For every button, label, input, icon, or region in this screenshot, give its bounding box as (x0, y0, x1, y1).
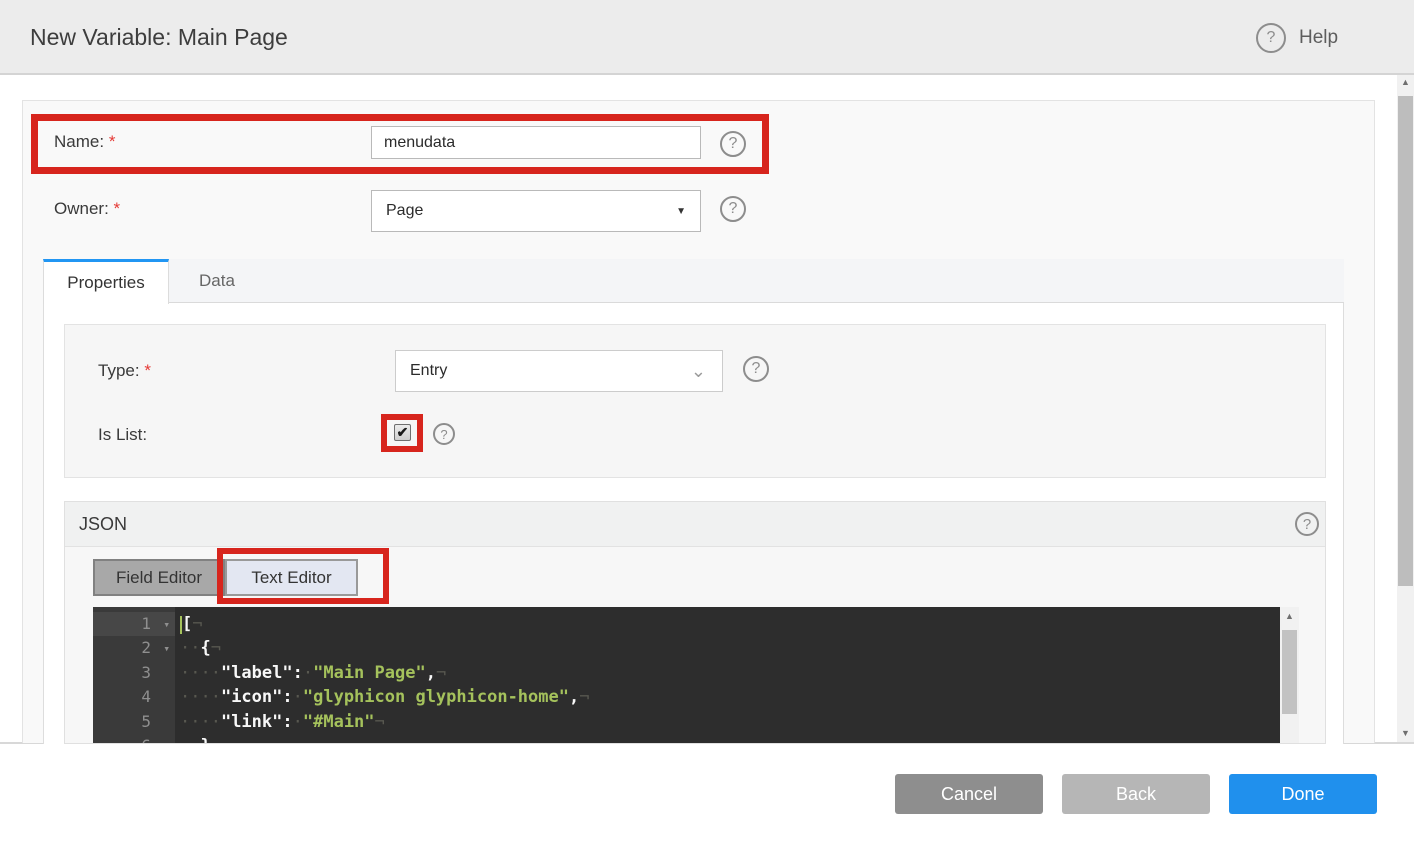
page-scrollbar-thumb[interactable] (1398, 96, 1413, 586)
code-line-4[interactable]: 4 ····"icon":·"glyphicon glyphicon-home",… (93, 685, 1280, 709)
code-text: [¬ (180, 614, 203, 634)
question-circle-icon: ? (1256, 22, 1286, 53)
dialog-header: New Variable: Main Page ? Help (0, 0, 1414, 75)
is-list-label: Is List: (98, 425, 148, 444)
dropdown-arrow-icon: ▼ (676, 205, 686, 217)
chevron-down-icon: ⌄ (690, 360, 706, 381)
json-title: JSON (79, 514, 128, 534)
json-code-editor[interactable]: 1 ▾ [¬ 2 ▾ ··{¬ 3 ····"label":·"Main Page",¬ 4 ··… (93, 607, 1299, 743)
name-input[interactable] (371, 126, 701, 159)
code-text: ····"icon":·"glyphicon glyphicon-home",¬ (180, 687, 590, 708)
cancel-button[interactable]: Cancel (895, 774, 1043, 814)
is-list-checkbox[interactable]: ✔ (394, 424, 411, 441)
owner-select[interactable]: Page ▼ (371, 190, 701, 232)
type-help-icon[interactable]: ? (743, 356, 769, 382)
properties-group: Type: * Entry ⌄ ? Is List: ✔ ? (64, 324, 1326, 478)
json-group: JSON ? Field Editor Text Editor 1 ▾ [¬ 2 ▾ ··… (64, 501, 1326, 744)
line-number: 4 (141, 687, 151, 707)
done-button[interactable]: Done (1229, 774, 1377, 814)
json-help-icon[interactable]: ? (1295, 512, 1319, 536)
help-label: Help (1299, 26, 1339, 48)
owner-selected-value: Page (386, 202, 424, 219)
page-scrollbar[interactable]: ▲ ▼ (1397, 75, 1414, 742)
new-variable-dialog: New Variable: Main Page ? Help ▲ ▼ Name:… (0, 0, 1414, 845)
json-group-header: JSON (65, 502, 1325, 547)
scroll-up-icon[interactable]: ▲ (1397, 75, 1414, 89)
code-text: ····"label":·"Main Page",¬ (180, 662, 447, 683)
tab-bar: Properties Data (43, 259, 1344, 304)
type-select[interactable]: Entry ⌄ (395, 350, 723, 392)
editor-scrollbar-thumb[interactable] (1282, 630, 1297, 714)
tab-properties[interactable]: Properties (43, 259, 169, 304)
line-number: 3 (141, 662, 151, 682)
code-line-1[interactable]: 1 ▾ [¬ (93, 612, 1280, 637)
page-title: New Variable: Main Page (30, 24, 288, 50)
code-line-3[interactable]: 3 ····"label":·"Main Page",¬ (93, 661, 1280, 685)
scroll-up-icon[interactable]: ▲ (1281, 609, 1298, 623)
owner-help-icon[interactable]: ? (720, 196, 746, 222)
line-number: 1 ▾ (93, 612, 175, 637)
fold-arrow-icon[interactable]: ▾ (163, 613, 170, 637)
name-label: Name: * (54, 132, 116, 151)
tab-content-properties: Type: * Entry ⌄ ? Is List: ✔ ? JSON ? Fi… (43, 303, 1344, 744)
code-line-2[interactable]: 2 ▾ ··{¬ (93, 636, 1280, 660)
code-line-5[interactable]: 5 ····"link":·"#Main"¬ (93, 710, 1280, 734)
line-number: 2 ▾ (93, 636, 175, 660)
line-number: 6 (93, 734, 175, 743)
code-text: ··} (175, 734, 211, 743)
editor-code-lines[interactable]: 1 ▾ [¬ 2 ▾ ··{¬ 3 ····"label":·"Main Page",¬ 4 ··… (93, 607, 1280, 743)
help-button[interactable]: ? Help (1256, 0, 1338, 75)
type-selected-value: Entry (410, 362, 448, 379)
name-help-icon[interactable]: ? (720, 131, 746, 157)
code-text: ····"link":·"#Main"¬ (180, 711, 385, 732)
type-label: Type: * (98, 361, 151, 380)
line-number: 5 (141, 711, 151, 731)
is-list-help-icon[interactable]: ? (433, 423, 455, 445)
tab-data[interactable]: Data (169, 259, 265, 303)
scroll-down-icon[interactable]: ▼ (1397, 726, 1414, 740)
field-editor-button[interactable]: Field Editor (93, 559, 225, 596)
text-editor-button[interactable]: Text Editor (225, 559, 358, 596)
back-button[interactable]: Back (1062, 774, 1210, 814)
code-line-6[interactable]: 6··} (93, 734, 1280, 743)
fold-arrow-icon[interactable]: ▾ (163, 637, 170, 661)
editor-scrollbar[interactable]: ▲ (1280, 607, 1299, 743)
owner-label: Owner: * (54, 199, 121, 218)
form-panel: Name: * ? Owner: * Page ▼ ? Properties D… (22, 100, 1375, 744)
required-asterisk: * (108, 132, 116, 151)
code-text: ··{¬ (180, 638, 221, 659)
required-asterisk: * (113, 199, 121, 218)
required-asterisk: * (144, 361, 151, 380)
